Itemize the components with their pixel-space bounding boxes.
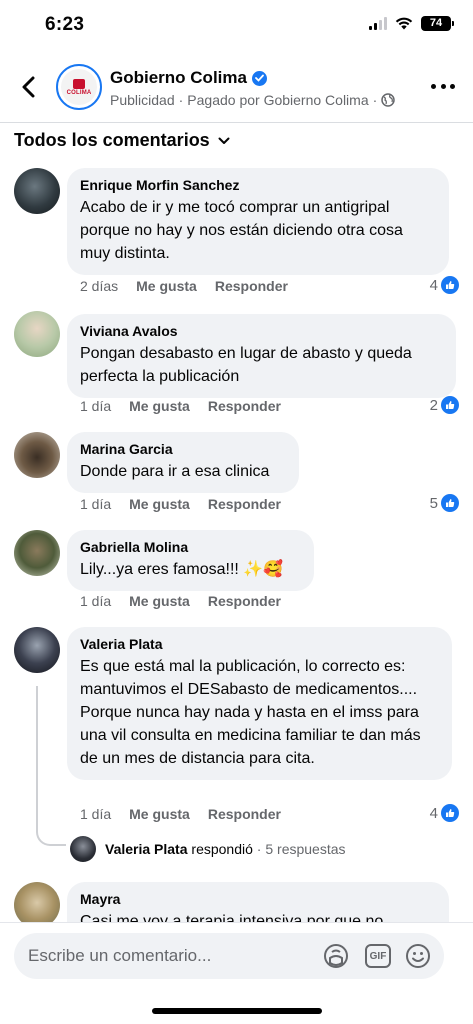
colima-logo-icon (73, 78, 85, 89)
like-button[interactable]: Me gusta (129, 398, 190, 414)
comment-text: Pongan desabasto en lugar de abasto y qu… (80, 345, 412, 385)
comment-actions: 1 día Me gusta Responder (80, 806, 281, 822)
comments-filter-dropdown[interactable]: Todos los comentarios (14, 130, 230, 151)
like-button[interactable]: Me gusta (129, 496, 190, 512)
home-indicator[interactable] (152, 1008, 322, 1014)
cellular-signal-icon (369, 17, 387, 30)
thumbs-up-icon (441, 396, 459, 414)
comment-bubble: Marina Garcia Donde para ir a esa clinic… (67, 432, 299, 493)
gif-button[interactable]: GIF (364, 943, 392, 969)
comment-text: Acabo de ir y me tocó comprar un antigri… (80, 199, 403, 262)
thumbs-up-icon (441, 804, 459, 822)
comment-author[interactable]: Gabriella Molina (80, 539, 301, 555)
like-button[interactable]: Me gusta (129, 593, 190, 609)
like-button[interactable]: Me gusta (129, 806, 190, 822)
reaction-count[interactable]: 4 (430, 804, 459, 822)
status-bar: 6:23 74 (0, 0, 473, 50)
avatar (70, 836, 96, 862)
reaction-count[interactable]: 2 (430, 396, 459, 414)
reply-button[interactable]: Responder (208, 496, 281, 512)
comment-composer: GIF (14, 933, 444, 979)
reply-thread-line (36, 686, 66, 846)
emoji-icon (406, 944, 430, 968)
comment-actions: 1 día Me gusta Responder (80, 398, 281, 414)
comment-time: 1 día (80, 496, 112, 512)
chevron-left-icon (22, 76, 35, 98)
comment-bubble: Valeria Plata Es que está mal la publica… (67, 627, 452, 780)
comment-input[interactable] (28, 933, 318, 979)
reply-action: respondió (191, 841, 253, 857)
comment-time: 2 días (80, 278, 119, 294)
thumbs-up-icon (441, 494, 459, 512)
reply-button[interactable]: Responder (208, 593, 281, 609)
avatar-sticker-button[interactable] (322, 943, 350, 969)
page-name[interactable]: Gobierno Colima (110, 68, 267, 88)
avatar[interactable] (14, 627, 60, 673)
view-replies-link[interactable]: Valeria Plata respondió · 5 respuestas (70, 836, 346, 862)
avatar[interactable] (14, 530, 60, 576)
avatar[interactable] (14, 432, 60, 478)
reply-count: 5 respuestas (265, 841, 346, 857)
avatar[interactable] (14, 311, 60, 357)
avatar[interactable] (14, 168, 60, 214)
comment-text: Lily...ya eres famosa!!! ✨🥰 (80, 561, 284, 578)
more-options-button[interactable] (431, 76, 455, 96)
comment-author[interactable]: Marina Garcia (80, 441, 286, 457)
reply-author: Valeria Plata (105, 841, 188, 857)
page-avatar[interactable]: COLIMA (56, 64, 102, 110)
gif-icon: GIF (365, 944, 391, 968)
avatar-logo-text: COLIMA (66, 89, 92, 96)
comment-author[interactable]: Mayra (80, 891, 436, 907)
back-button[interactable] (16, 72, 40, 102)
comment-time: 1 día (80, 593, 112, 609)
reply-button[interactable]: Responder (208, 806, 281, 822)
comment-bubble: Gabriella Molina Lily...ya eres famosa!!… (67, 530, 314, 591)
comment-bubble: Viviana Avalos Pongan desabasto en lugar… (67, 314, 456, 398)
comment-text: Donde para ir a esa clinica (80, 463, 270, 480)
comment-actions: 2 días Me gusta Responder (80, 278, 288, 294)
filter-label: Todos los comentarios (14, 130, 210, 150)
comment-time: 1 día (80, 806, 112, 822)
page-name-text: Gobierno Colima (110, 68, 247, 87)
reply-button[interactable]: Responder (208, 398, 281, 414)
paid-by-label: Pagado por Gobierno Colima (187, 92, 369, 108)
comment-author[interactable]: Valeria Plata (80, 636, 439, 652)
emoji-button[interactable] (404, 943, 432, 969)
avatar-sticker-icon (324, 944, 348, 968)
like-button[interactable]: Me gusta (136, 278, 197, 294)
page-meta: Publicidad · Pagado por Gobierno Colima … (110, 92, 396, 108)
comment-author[interactable]: Enrique Morfin Sanchez (80, 177, 436, 193)
globe-icon (381, 93, 396, 107)
reply-button[interactable]: Responder (215, 278, 288, 294)
wifi-icon (395, 17, 413, 30)
sponsored-label: Publicidad (110, 92, 175, 108)
post-header: COLIMA Gobierno Colima Publicidad · Paga… (0, 58, 473, 118)
comment-actions: 1 día Me gusta Responder (80, 593, 281, 609)
comment-author[interactable]: Viviana Avalos (80, 323, 443, 339)
comment-bubble: Enrique Morfin Sanchez Acabo de ir y me … (67, 168, 449, 275)
reaction-count[interactable]: 5 (430, 494, 459, 512)
verified-badge-icon (251, 70, 267, 86)
reaction-count[interactable]: 4 (430, 276, 459, 294)
comment-text: Es que está mal la publicación, lo corre… (80, 658, 421, 767)
status-icons: 74 (369, 16, 454, 31)
battery-icon: 74 (421, 16, 454, 31)
status-time: 6:23 (45, 14, 85, 35)
header-divider (0, 122, 473, 123)
comment-actions: 1 día Me gusta Responder (80, 496, 281, 512)
chevron-down-icon (218, 137, 230, 144)
thumbs-up-icon (441, 276, 459, 294)
comment-time: 1 día (80, 398, 112, 414)
